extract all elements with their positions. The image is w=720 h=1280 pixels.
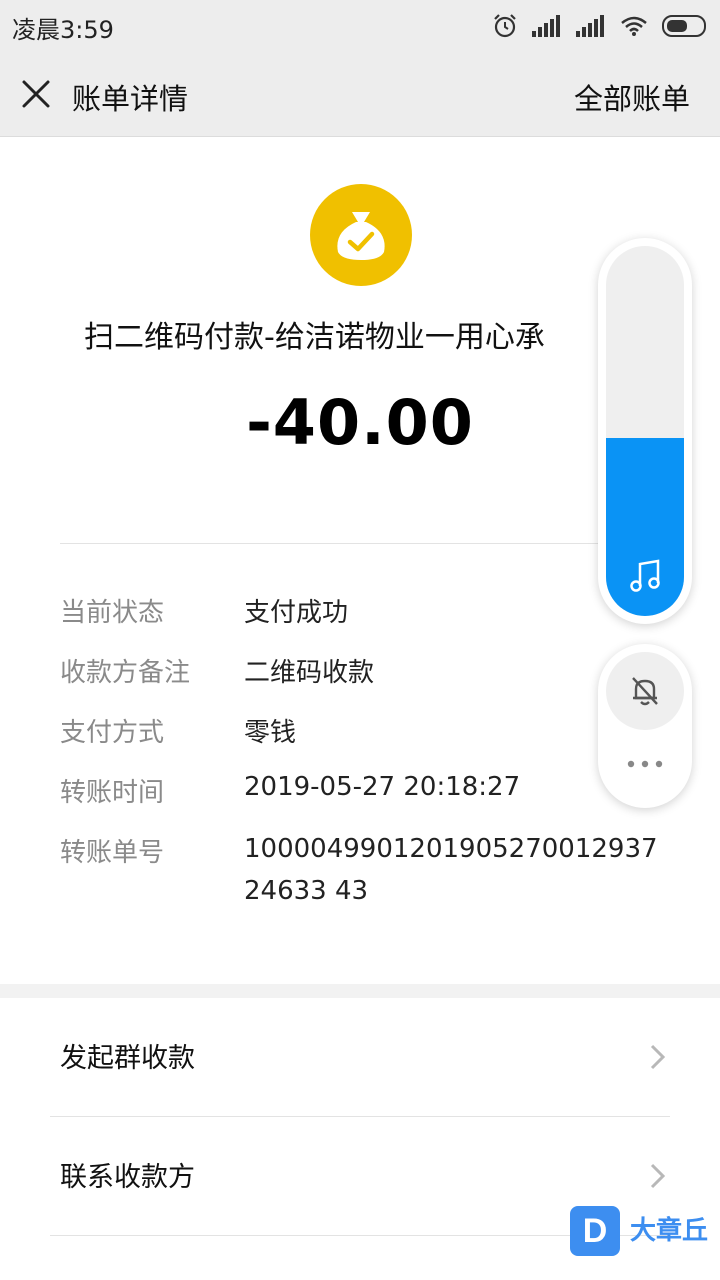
detail-label: 收款方备注 (60, 658, 191, 688)
volume-controls (598, 644, 692, 808)
chevron-right-icon (650, 1163, 666, 1189)
divider (60, 543, 670, 544)
detail-label: 当前状态 (60, 598, 165, 628)
watermark-logo: D (570, 1206, 620, 1256)
section-gap (0, 984, 720, 998)
action-label: 发起群收款 (60, 1043, 195, 1074)
action-label: 联系收款方 (60, 1162, 195, 1193)
payment-description: 扫二维码付款-给洁诺物业一用心承 (84, 320, 545, 355)
status-bar: 凌晨3:59 (0, 0, 720, 52)
alarm-icon (494, 14, 516, 38)
close-icon[interactable] (18, 76, 54, 112)
volume-panel (598, 238, 692, 624)
detail-value: 支付成功 (244, 598, 349, 628)
all-bills-link[interactable]: 全部账单 (574, 76, 690, 118)
detail-label: 转账时间 (60, 778, 165, 808)
detail-value: 二维码收款 (244, 658, 375, 688)
detail-value: 2019-05-27 20:18:27 (244, 772, 521, 802)
nav-bar: 账单详情 全部账单 (0, 52, 720, 137)
volume-slider[interactable] (606, 246, 684, 616)
status-time: 凌晨3:59 (12, 16, 114, 44)
music-note-icon (630, 559, 660, 592)
mute-button[interactable] (606, 652, 684, 730)
transfer-number: 100004990120190527001293724633 43 (244, 834, 658, 906)
wifi-icon (621, 16, 647, 36)
detail-label: 支付方式 (60, 718, 165, 748)
watermark-text: 大章丘 (630, 1216, 709, 1246)
watermark: D 大章丘 (568, 1204, 718, 1260)
signal-icon (532, 15, 560, 37)
start-group-collection-row[interactable]: 发起群收款 (0, 998, 720, 1116)
chevron-right-icon (650, 1044, 666, 1070)
signal-icon-2 (576, 15, 604, 37)
battery-icon (662, 15, 706, 37)
bell-off-icon (632, 677, 658, 706)
money-bag-check-icon (310, 184, 412, 286)
detail-label: 转账单号 (60, 838, 165, 868)
page-title: 账单详情 (72, 82, 189, 116)
status-icons (492, 12, 708, 40)
more-icon[interactable] (625, 758, 665, 770)
detail-value: 零钱 (244, 718, 297, 748)
